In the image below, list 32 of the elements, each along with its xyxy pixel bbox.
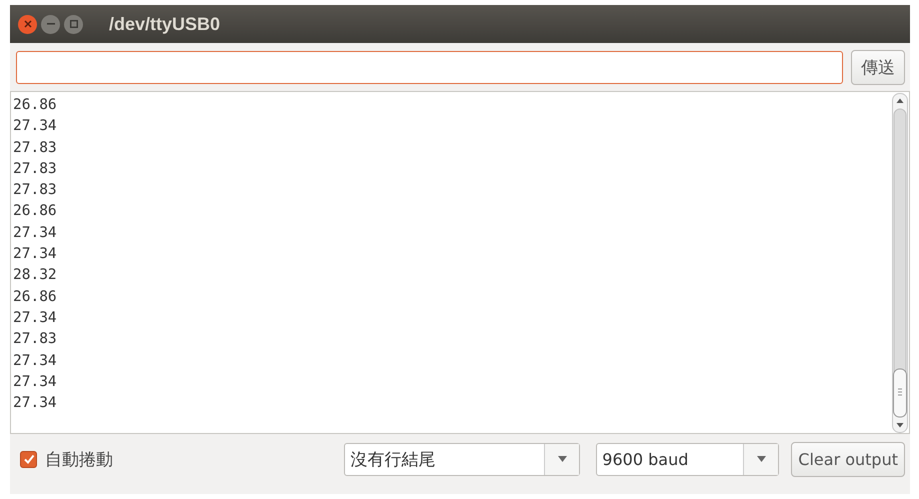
window-title: /dev/ttyUSB0	[109, 14, 220, 34]
close-icon	[24, 20, 32, 28]
caret-icon	[756, 456, 766, 462]
send-button[interactable]: 傳送	[851, 50, 905, 85]
output-line: 28.32	[13, 266, 58, 286]
caret-icon	[558, 456, 567, 462]
scrollbar[interactable]	[892, 93, 908, 433]
output-line: 26.86	[13, 288, 58, 307]
output-line: 27.34	[13, 117, 58, 136]
autoscroll-checkbox[interactable]	[20, 450, 37, 468]
baud-dropdown[interactable]: 9600 baud	[596, 442, 780, 476]
maximize-icon	[70, 20, 78, 28]
output-line: 27.83	[13, 330, 58, 350]
output-line: 26.86	[13, 96, 58, 115]
output-line: 27.34	[13, 245, 58, 264]
input-field[interactable]	[16, 51, 843, 84]
autoscroll-label: 自動捲動	[45, 448, 113, 470]
maximize-button[interactable]	[64, 14, 83, 34]
output-line: 27.34	[13, 394, 58, 414]
close-button[interactable]	[18, 14, 37, 34]
clear-output-button[interactable]: Clear output	[791, 442, 905, 476]
output-line: 27.83	[13, 160, 58, 179]
minimize-icon	[46, 23, 54, 25]
line-ending-dropdown[interactable]: 沒有行結尾	[344, 442, 580, 476]
output-line: 27.83	[13, 181, 58, 200]
output-line: 27.83	[13, 138, 58, 158]
output-line: 27.34	[13, 372, 58, 392]
output-line: 26.86	[13, 202, 58, 222]
output-line: 27.34	[13, 224, 58, 243]
output-line: 27.34	[13, 352, 58, 371]
output-line: 27.34	[13, 308, 58, 328]
minimize-button[interactable]	[41, 14, 60, 34]
